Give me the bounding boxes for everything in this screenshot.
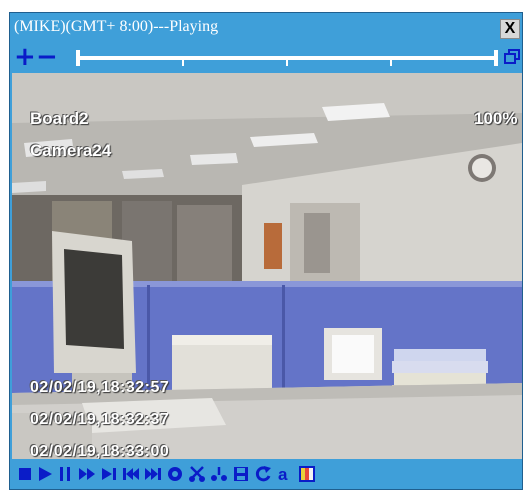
cut-icon[interactable] <box>188 465 206 483</box>
close-button[interactable]: X <box>500 19 520 39</box>
timeline-tick <box>286 60 288 66</box>
window-title: (MIKE)(GMT+ 8:00)---Playing <box>14 18 219 35</box>
zoom-toolbar: + − <box>10 44 522 72</box>
timestamp-1: 02/02/19,18:32:57 <box>30 379 170 396</box>
timeline-slider-thumb[interactable] <box>76 50 80 66</box>
video-frame[interactable]: Board2 Camera24 100% 02/02/19,18:32:57 0… <box>12 73 522 459</box>
timeline-tick <box>390 60 392 66</box>
step-forward-icon[interactable] <box>100 465 118 483</box>
save-icon[interactable] <box>232 465 250 483</box>
timeline-track[interactable] <box>78 56 496 66</box>
snip-icon[interactable] <box>210 465 228 483</box>
play-icon[interactable] <box>36 465 54 483</box>
timestamp-3: 02/02/19,18:33:00 <box>30 443 170 459</box>
skip-back-icon[interactable] <box>122 465 140 483</box>
title-bar[interactable]: (MIKE)(GMT+ 8:00)---Playing X <box>10 13 522 43</box>
settings-icon[interactable] <box>166 465 184 483</box>
zoom-level-label: 100% <box>474 109 518 128</box>
fast-forward-icon[interactable] <box>78 465 96 483</box>
playback-window: (MIKE)(GMT+ 8:00)---Playing X + − Board2… <box>9 12 523 490</box>
zoom-out-button[interactable]: − <box>36 44 58 70</box>
audio-icon[interactable]: a <box>276 465 294 483</box>
camera-scene-image <box>12 73 522 459</box>
color-icon[interactable] <box>298 465 316 483</box>
playback-controls: a <box>10 460 522 489</box>
stop-icon[interactable] <box>16 465 34 483</box>
restore-window-icon[interactable] <box>504 49 520 65</box>
pause-icon[interactable] <box>56 465 74 483</box>
refresh-icon[interactable] <box>254 465 272 483</box>
camera-label: Camera24 <box>30 141 112 160</box>
timeline-tick <box>182 60 184 66</box>
timestamp-2: 02/02/19,18:32:37 <box>30 411 170 428</box>
zoom-in-button[interactable]: + <box>14 44 36 70</box>
timeline-end-marker <box>494 50 498 66</box>
skip-forward-icon[interactable] <box>144 465 162 483</box>
svg-text:a: a <box>278 465 288 483</box>
board-label: Board2 <box>30 109 89 128</box>
